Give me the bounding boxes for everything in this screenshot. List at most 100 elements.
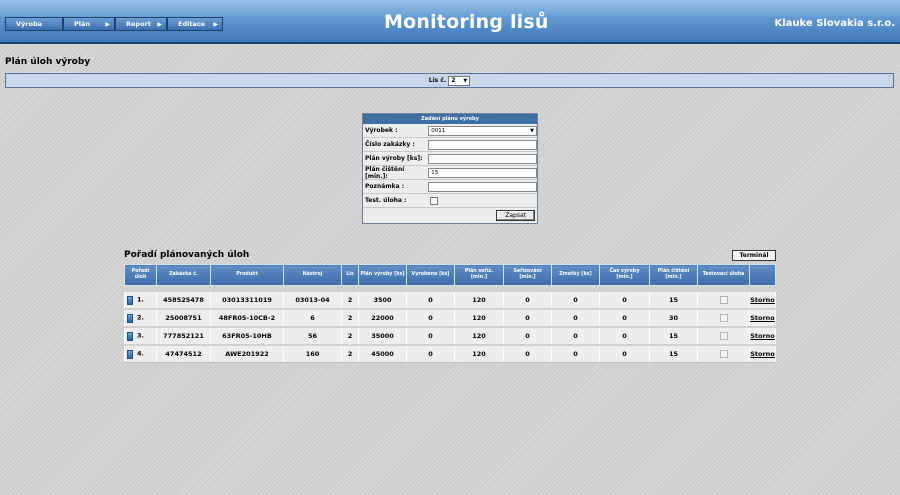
menu-item-label: Editace (178, 20, 206, 28)
menu-item-label: Plán (74, 20, 91, 28)
column-header: Zakázka č. (156, 264, 211, 286)
chevron-down-icon: ▼ (530, 127, 534, 134)
terminal-button[interactable]: Terminál (732, 250, 776, 261)
cleaning-plan-cell: 15 (649, 289, 698, 309)
press-cell: 2 (341, 343, 359, 363)
form-row-order-number: Číslo zakázky : (363, 138, 537, 152)
company-name: Klauke Slovakia s.r.o. (774, 18, 896, 29)
table-row: 2. 25008751 48FR05-10CB-2 6 2 22000 0 12… (124, 307, 776, 327)
main-menu: Výroba Plán ▶ Report ▶ Editace ▶ (5, 17, 223, 31)
order-number-cell: 777852121 (156, 325, 211, 345)
column-header: Zmetky [ks] (551, 264, 600, 286)
production-time-cell: 0 (599, 343, 650, 363)
plan-cell: 35000 (358, 325, 407, 345)
caret-right-icon: ▶ (157, 20, 162, 28)
press-label: Lis č. (428, 77, 447, 84)
chevron-down-icon: ▼ (463, 77, 468, 84)
order-cell: 3. (137, 331, 144, 340)
tool-cell: 6 (283, 307, 342, 327)
order-number-cell: 458525478 (156, 289, 211, 309)
product-cell: AWE201922 (210, 343, 284, 363)
document-icon[interactable] (127, 296, 133, 305)
plan-cell: 45000 (358, 343, 407, 363)
setup-plan-cell: 120 (454, 289, 504, 309)
storno-link[interactable]: Storno (750, 314, 775, 322)
form-row-note: Poznámka : (363, 180, 537, 194)
app-title: Monitoring lisů (384, 11, 549, 33)
form-heading: Zadání plánu výroby (363, 114, 537, 124)
test-task-checkbox[interactable] (430, 196, 439, 205)
product-cell: 48FR05-10CB-2 (210, 307, 284, 327)
storno-link[interactable]: Storno (750, 350, 775, 358)
note-label: Poznámka : (365, 183, 405, 190)
column-header: Pořadí úloh (124, 264, 157, 286)
produced-cell: 0 (406, 307, 455, 327)
product-select[interactable]: 0011 ▼ (428, 125, 537, 136)
production-time-cell: 0 (599, 325, 650, 345)
column-header (749, 264, 776, 286)
table-row: 4. 47474512 AWE201922 160 2 45000 0 120 … (124, 343, 776, 363)
cleaning-plan-input[interactable]: 15 (428, 167, 537, 178)
scrap-cell: 0 (551, 307, 600, 327)
tool-cell: 03013-04 (283, 289, 342, 309)
press-select[interactable]: 2 ▼ (448, 75, 471, 86)
setup-cell: 0 (503, 325, 552, 345)
press-cell: 2 (341, 307, 359, 327)
app-header: Výroba Plán ▶ Report ▶ Editace ▶ Monitor… (0, 0, 900, 44)
menu-item-report[interactable]: Report ▶ (115, 17, 167, 31)
setup-plan-cell: 120 (454, 307, 504, 327)
plan-cell: 22000 (358, 307, 407, 327)
press-cell: 2 (341, 289, 359, 309)
product-cell: 03013311019 (210, 289, 284, 309)
scrap-cell: 0 (551, 289, 600, 309)
document-icon[interactable] (127, 350, 133, 360)
order-number-cell: 47474512 (156, 343, 211, 363)
plan-table: Pořadí úloh Zakázka č. Produkt Nástroj L… (124, 264, 776, 363)
caret-right-icon: ▶ (213, 20, 218, 28)
product-label: Výrobek : (365, 127, 398, 134)
plan-table-title: Pořadí plánovaných úloh (124, 250, 250, 260)
storno-link[interactable]: Storno (750, 332, 775, 340)
tool-cell: 160 (283, 343, 342, 363)
production-plan-input[interactable] (428, 153, 537, 164)
production-time-cell: 0 (599, 307, 650, 327)
column-header: Vyrobeno [ks] (406, 264, 455, 286)
storno-link[interactable]: Storno (750, 296, 775, 304)
test-task-label: Test. úloha : (365, 197, 407, 204)
menu-item-label: Report (126, 20, 151, 28)
test-task-checkbox (719, 313, 728, 322)
column-header: Plán výroby [ks] (358, 264, 407, 286)
column-header: Testovací úloha (697, 264, 750, 286)
setup-plan-cell: 120 (454, 343, 504, 363)
tool-cell: 56 (283, 325, 342, 345)
order-number-label: Číslo zakázky : (365, 141, 415, 148)
menu-item-vyroba[interactable]: Výroba (5, 17, 63, 31)
plan-cell: 3500 (358, 289, 407, 309)
table-row: 3. 777852121 63FR05-10HB 56 2 35000 0 12… (124, 325, 776, 345)
scrap-cell: 0 (551, 325, 600, 345)
column-header: Lis (341, 264, 359, 286)
cleaning-plan-cell: 15 (649, 325, 698, 345)
order-number-cell: 25008751 (156, 307, 211, 327)
product-select-value: 0011 (431, 127, 446, 134)
setup-plan-cell: 120 (454, 325, 504, 345)
menu-item-plan[interactable]: Plán ▶ (63, 17, 115, 31)
order-cell: 2. (137, 313, 144, 322)
press-selector-bar: Lis č. 2 ▼ (5, 73, 894, 88)
cleaning-plan-label: Plán čištění [min.]: (365, 165, 405, 180)
order-cell: 4. (137, 349, 144, 358)
menu-item-editace[interactable]: Editace ▶ (167, 17, 223, 31)
submit-button[interactable]: Zapsat (496, 209, 535, 221)
document-icon[interactable] (127, 332, 133, 341)
document-icon[interactable] (127, 314, 133, 323)
menu-item-label: Výroba (16, 20, 42, 28)
press-cell: 2 (341, 325, 359, 345)
cleaning-plan-cell: 30 (649, 307, 698, 327)
order-number-input[interactable] (428, 139, 537, 150)
table-row: 1. 458525478 03013311019 03013-04 2 3500… (124, 289, 776, 309)
column-header: Plán seříz. [min.] (454, 264, 504, 286)
note-input[interactable] (428, 181, 537, 192)
table-header-row: Pořadí úloh Zakázka č. Produkt Nástroj L… (124, 264, 776, 286)
produced-cell: 0 (406, 343, 455, 363)
produced-cell: 0 (406, 325, 455, 345)
